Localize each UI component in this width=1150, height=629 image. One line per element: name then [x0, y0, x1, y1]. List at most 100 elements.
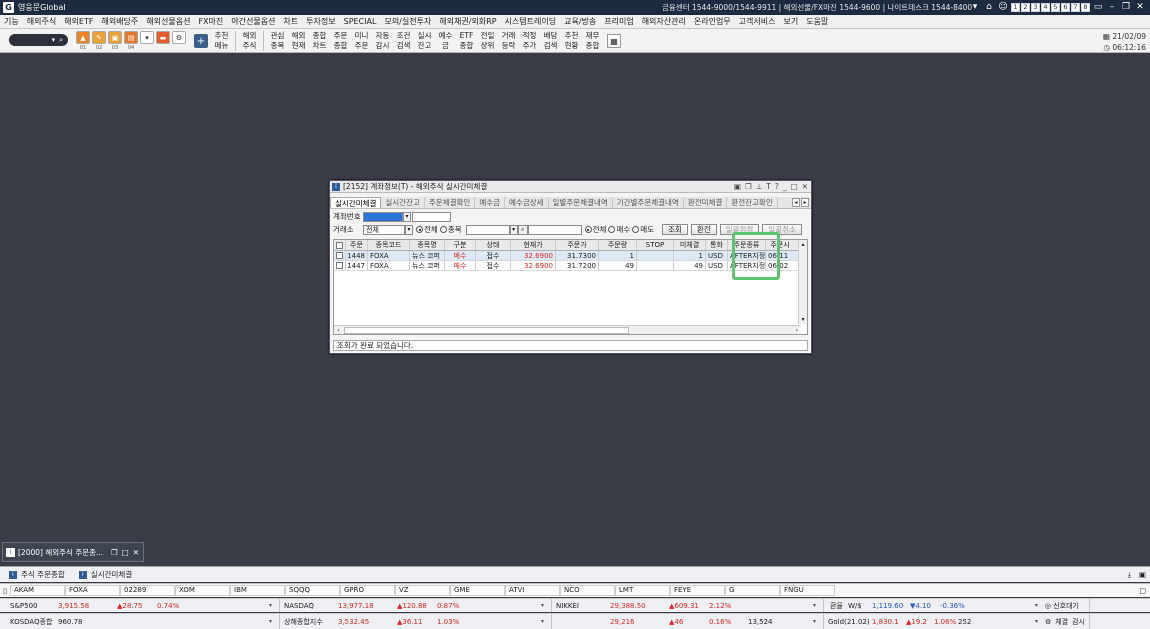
chevron-down-icon[interactable]: ▾: [813, 602, 820, 609]
help-icon[interactable]: ?: [775, 182, 779, 191]
column-header[interactable]: 상태: [476, 240, 511, 250]
symbol-input[interactable]: [465, 224, 510, 235]
user-icon[interactable]: ☺: [997, 1, 1009, 13]
download-icon[interactable]: ⤓: [1128, 570, 1131, 580]
fx-cell[interactable]: 환율 W/$ 1,119.60 ▼4.10 -0.36% ▾ ◎ 신호대기: [824, 599, 1090, 612]
window-tile-icon[interactable]: ▦: [607, 34, 621, 48]
row-checkbox[interactable]: [336, 262, 343, 269]
index-cell[interactable]: 상해종합지수 3,532.45 ▲36.11 1.03% ▾: [280, 614, 552, 629]
chevron-down-icon[interactable]: ▾: [1035, 602, 1042, 609]
link-icon[interactable]: ▣: [734, 182, 741, 191]
toolbar-button[interactable]: 예수 금: [435, 30, 456, 52]
dropdown-icon[interactable]: ▾: [140, 31, 154, 44]
vertical-scrollbar[interactable]: ▴ ▾: [798, 240, 807, 324]
tab-period-history[interactable]: 기간별주문체결내역: [613, 197, 684, 208]
text-icon[interactable]: T: [766, 182, 771, 191]
tab-order-confirm[interactable]: 주문체결확인: [425, 197, 476, 208]
screen-1-button[interactable]: 1: [1011, 2, 1020, 12]
menu-item[interactable]: 야간선물옵션: [227, 16, 279, 27]
column-header[interactable]: 주문량: [599, 240, 637, 250]
index-cell[interactable]: S&P500 3,915.58 ▲28.75 0.74% ▾: [0, 599, 280, 612]
chart-icon[interactable]: ▲: [76, 31, 90, 44]
menu-item[interactable]: 해외선물옵션: [142, 16, 194, 27]
tab-prev-icon[interactable]: ◂: [792, 198, 800, 207]
ticker-chip[interactable]: SQQQ: [285, 585, 340, 596]
toolbar-button[interactable]: 조건 검색: [393, 30, 414, 52]
chevron-down-icon[interactable]: ▾: [1035, 618, 1042, 625]
screen-8-button[interactable]: 8: [1081, 2, 1090, 12]
toolbar-button[interactable]: 재무 종합: [582, 30, 603, 52]
ticker-chip[interactable]: XOM: [175, 585, 230, 596]
screen-2-button[interactable]: 2: [1021, 2, 1030, 12]
tab-deposit[interactable]: 예수금: [475, 197, 506, 208]
ticker-chip[interactable]: LMT: [615, 585, 670, 596]
toolbar-button[interactable]: 추천 메뉴: [211, 30, 232, 52]
side-buy-radio[interactable]: 매수: [608, 224, 630, 235]
tab-next-icon[interactable]: ▸: [801, 198, 809, 207]
menu-item[interactable]: 해외배당주: [97, 16, 142, 27]
column-header[interactable]: STOP: [637, 240, 674, 250]
column-header[interactable]: 구분: [445, 240, 476, 250]
quick-search-input[interactable]: ▾ ⌕: [9, 34, 68, 46]
home-icon[interactable]: ⌂: [983, 1, 995, 13]
search-icon[interactable]: ⌕: [59, 36, 63, 45]
screen-5-button[interactable]: 5: [1051, 2, 1060, 12]
menu-item[interactable]: 교육/방송: [560, 16, 600, 27]
column-header[interactable]: 현재가: [511, 240, 556, 250]
restore-icon[interactable]: ❐: [1120, 1, 1132, 13]
index-cell[interactable]: NIKKEI 29,388.50 ▲609.31 2.12% ▾: [552, 599, 824, 612]
ticker-chip[interactable]: AKAM: [10, 585, 65, 596]
dropdown-icon[interactable]: ▾: [969, 1, 981, 13]
close-icon[interactable]: ✕: [1134, 1, 1146, 13]
toolbar-button[interactable]: 자동 감시: [372, 30, 393, 52]
ticker-chip[interactable]: IBM: [230, 585, 285, 596]
toolbar-button[interactable]: 적정 주가: [519, 30, 540, 52]
screen-3-button[interactable]: 3: [1031, 2, 1040, 12]
close-icon[interactable]: ✕: [133, 548, 139, 557]
index-cell[interactable]: 29,216 ▲46 0.16% 13,524 ▾: [552, 614, 824, 629]
tab-realtime-unfilled[interactable]: 실시간미체결: [330, 197, 382, 208]
chevron-down-icon[interactable]: ▾: [541, 618, 548, 625]
chevron-down-icon[interactable]: ▾: [813, 618, 820, 625]
tab-realtime-balance[interactable]: 실시간잔고: [381, 197, 425, 208]
menu-item[interactable]: 차트: [279, 16, 302, 27]
pencil-icon[interactable]: ✎: [92, 31, 106, 44]
index-cell[interactable]: NASDAQ 13,977.18 ▲120.88 0.87% ▾: [280, 599, 552, 612]
row-checkbox[interactable]: [336, 252, 343, 259]
menu-item[interactable]: 해외자산관리: [638, 16, 690, 27]
menu-item[interactable]: 해외ETF: [60, 16, 97, 27]
maximize-icon[interactable]: □: [122, 548, 129, 557]
restore-icon[interactable]: ❐: [111, 548, 118, 557]
ticker-chip[interactable]: FOXA: [65, 585, 120, 596]
toolbar-button[interactable]: ETF 종합: [456, 30, 477, 52]
toolbar-button[interactable]: 관심 종목: [267, 30, 288, 52]
toolbar-button[interactable]: 거래 등락: [498, 30, 519, 52]
toolbar-button[interactable]: 전일 상위: [477, 30, 498, 52]
task-item[interactable]: i 주식 주문종합: [9, 569, 65, 580]
screen-icon[interactable]: ▬: [156, 31, 170, 44]
maximize-icon[interactable]: □: [791, 182, 798, 191]
column-header[interactable]: 통화: [706, 240, 728, 250]
document-icon[interactable]: ▯: [0, 587, 10, 595]
toolbar-button[interactable]: 미니 주문: [351, 30, 372, 52]
toolbar-button[interactable]: 실시 잔고: [414, 30, 435, 52]
menu-item[interactable]: 고객서비스: [735, 16, 780, 27]
column-header[interactable]: 주문: [346, 240, 368, 250]
minimize-icon[interactable]: –: [1106, 1, 1118, 13]
tab-daily-history[interactable]: 일별주문체결내역: [549, 197, 613, 208]
menu-item[interactable]: FX마진: [194, 16, 227, 27]
menu-item[interactable]: 투자정보: [302, 16, 339, 27]
toolbar-button[interactable]: 추천 현황: [561, 30, 582, 52]
ticker-chip[interactable]: G: [725, 585, 780, 596]
screen-4-button[interactable]: 4: [1041, 2, 1050, 12]
minimized-window[interactable]: i [2000] 해외주식 주문종... ❐ □ ✕: [2, 542, 144, 562]
ticker-chip[interactable]: 02289: [120, 585, 175, 596]
copy-icon[interactable]: ❐: [745, 182, 752, 191]
menu-item[interactable]: 보기: [779, 16, 802, 27]
chevron-down-icon[interactable]: ▾: [403, 211, 411, 222]
tab-deposit-detail[interactable]: 예수금상세: [505, 197, 549, 208]
chevron-down-icon[interactable]: ▾: [509, 224, 518, 235]
side-all-radio[interactable]: 전체: [584, 224, 606, 235]
toolbar-button[interactable]: 해외 현재: [288, 30, 309, 52]
close-icon[interactable]: ✕: [802, 182, 808, 191]
